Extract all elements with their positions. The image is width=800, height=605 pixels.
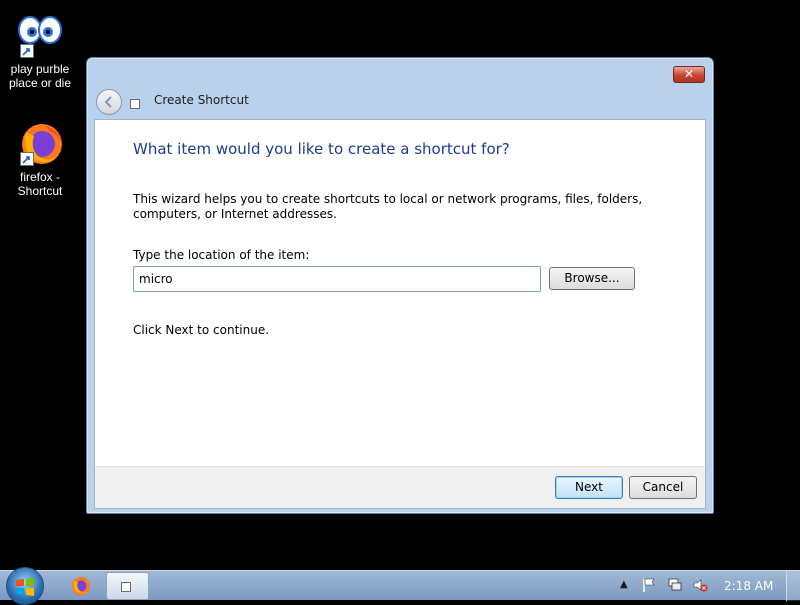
desktop-icon-label: play purble: [10, 62, 70, 76]
shortcut-arrow-icon: [20, 152, 34, 166]
firefox-icon: [72, 577, 90, 595]
shortcut-icon: [130, 99, 140, 109]
cancel-button[interactable]: Cancel: [629, 476, 697, 499]
taskbar-firefox-button[interactable]: [62, 573, 100, 599]
shortcut-arrow-icon: [20, 44, 34, 58]
network-icon[interactable]: [667, 577, 683, 593]
desktop-icon-purble-place[interactable]: play purble place or die: [2, 14, 78, 90]
wizard-content: What item would you like to create a sho…: [94, 119, 706, 466]
eyes-icon: [16, 14, 64, 58]
continue-instruction: Click Next to continue.: [133, 323, 270, 337]
show-desktop-button[interactable]: [786, 571, 800, 601]
back-button[interactable]: [96, 89, 122, 115]
show-hidden-icons-chevron[interactable]: ▲: [620, 579, 628, 590]
desktop-icon-label: place or die: [8, 76, 72, 90]
taskbar-clock[interactable]: 2:18 AM: [724, 579, 773, 593]
wizard-footer: Next Cancel: [94, 466, 706, 509]
taskbar-create-shortcut-button[interactable]: [106, 572, 149, 600]
windows-logo-icon: [16, 578, 34, 596]
browse-button[interactable]: Browse...: [549, 267, 635, 290]
back-arrow-icon: [104, 96, 112, 108]
window-title: Create Shortcut: [154, 93, 249, 107]
create-shortcut-window: ✕ Create Shortcut What item would you li…: [86, 57, 714, 514]
firefox-icon: [16, 122, 64, 166]
desktop-icon-firefox-shortcut[interactable]: firefox - Shortcut: [2, 122, 78, 198]
desktop-icon-label: Shortcut: [17, 184, 63, 198]
volume-muted-icon[interactable]: [692, 577, 708, 593]
location-label: Type the location of the item:: [133, 248, 310, 262]
action-center-flag-icon[interactable]: [641, 577, 657, 593]
next-button[interactable]: Next: [555, 476, 623, 499]
location-input[interactable]: [133, 266, 541, 292]
taskbar: ▲ 2:18 AM: [0, 567, 800, 605]
wizard-heading: What item would you like to create a sho…: [133, 140, 510, 158]
wizard-description: This wizard helps you to create shortcut…: [133, 192, 643, 221]
start-button[interactable]: [6, 567, 44, 605]
shortcut-icon: [121, 582, 131, 592]
close-button[interactable]: ✕: [673, 66, 705, 83]
desktop-icon-label: firefox -: [19, 170, 60, 184]
